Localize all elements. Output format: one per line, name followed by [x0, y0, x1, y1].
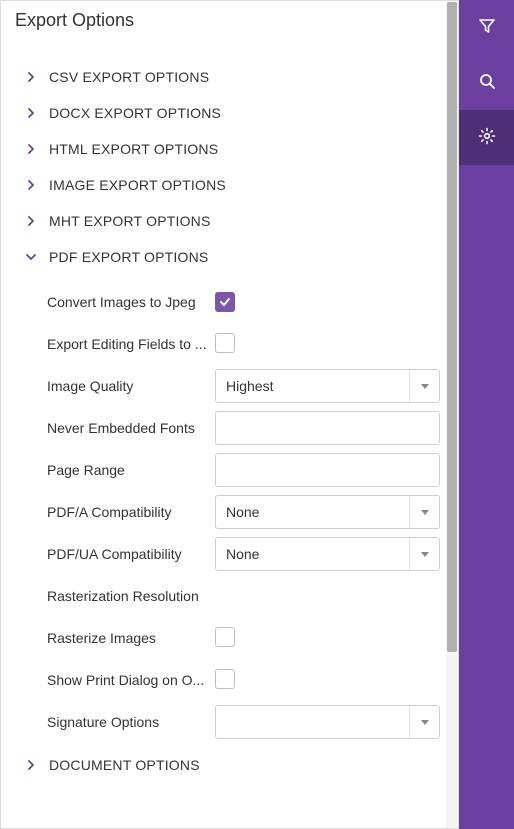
signature-options-select[interactable] [215, 705, 440, 739]
pdfa-compatibility-select[interactable]: None [215, 495, 440, 529]
option-label: PDF/UA Compatibility [47, 546, 215, 562]
section-document-options[interactable]: Document Options [1, 747, 458, 783]
chevron-right-icon [23, 213, 39, 229]
option-label: Show Print Dialog on O... [47, 672, 215, 688]
section-label: Document Options [49, 757, 200, 773]
option-label: Rasterize Images [47, 630, 215, 646]
row-rasterization-resolution: Rasterization Resolution [1, 575, 458, 617]
section-docx-export[interactable]: DOCX Export Options [1, 95, 458, 131]
option-label: Page Range [47, 462, 215, 478]
pdfua-compatibility-select[interactable]: None [215, 537, 440, 571]
section-label: PDF Export Options [49, 249, 208, 265]
search-icon [478, 72, 496, 93]
section-pdf-export[interactable]: PDF Export Options [1, 239, 458, 275]
section-csv-export[interactable]: CSV Export Options [1, 59, 458, 95]
section-mht-export[interactable]: MHT Export Options [1, 203, 458, 239]
section-label: Image Export Options [49, 177, 226, 193]
chevron-right-icon [23, 141, 39, 157]
settings-button[interactable] [459, 110, 514, 165]
scrollbar-thumb[interactable] [447, 2, 457, 652]
option-label: Signature Options [47, 714, 215, 730]
row-pdfa-compatibility: PDF/A Compatibility None [1, 491, 458, 533]
pdf-options: Convert Images to Jpeg Export Editing Fi… [1, 275, 458, 747]
filter-button[interactable] [459, 0, 514, 55]
row-pdfua-compatibility: PDF/UA Compatibility None [1, 533, 458, 575]
filter-icon [478, 17, 496, 38]
section-label: HTML Export Options [49, 141, 218, 157]
caret-down-icon [409, 370, 439, 402]
page-range-input[interactable] [215, 453, 440, 487]
chevron-right-icon [23, 105, 39, 121]
row-show-print-dialog: Show Print Dialog on O... [1, 659, 458, 701]
select-value: Highest [216, 370, 409, 402]
chevron-right-icon [23, 177, 39, 193]
export-options-panel: Export Options CSV Export Options DOCX E… [0, 0, 459, 829]
section-label: DOCX Export Options [49, 105, 221, 121]
row-image-quality: Image Quality Highest [1, 365, 458, 407]
show-print-dialog-checkbox[interactable] [215, 669, 235, 689]
select-value: None [216, 538, 409, 570]
caret-down-icon [409, 538, 439, 570]
scrollbar-track[interactable] [446, 1, 458, 828]
chevron-right-icon [23, 69, 39, 85]
option-label: Rasterization Resolution [47, 588, 215, 604]
option-label: Never Embedded Fonts [47, 420, 215, 436]
section-image-export[interactable]: Image Export Options [1, 167, 458, 203]
row-rasterize-images: Rasterize Images [1, 617, 458, 659]
section-label: MHT Export Options [49, 213, 211, 229]
image-quality-select[interactable]: Highest [215, 369, 440, 403]
export-editing-fields-checkbox[interactable] [215, 333, 235, 353]
caret-down-icon [409, 496, 439, 528]
gear-icon [478, 127, 496, 148]
option-label: Convert Images to Jpeg [47, 294, 215, 310]
rasterize-images-checkbox[interactable] [215, 627, 235, 647]
row-never-embedded-fonts: Never Embedded Fonts [1, 407, 458, 449]
convert-images-to-jpeg-checkbox[interactable] [215, 292, 235, 312]
caret-down-icon [409, 706, 439, 738]
option-label: Image Quality [47, 378, 215, 394]
panel-content: CSV Export Options DOCX Export Options H… [1, 39, 458, 783]
row-signature-options: Signature Options [1, 701, 458, 743]
chevron-down-icon [23, 249, 39, 265]
option-label: PDF/A Compatibility [47, 504, 215, 520]
section-html-export[interactable]: HTML Export Options [1, 131, 458, 167]
option-label: Export Editing Fields to ... [47, 336, 215, 352]
select-value: None [216, 496, 409, 528]
right-sidebar [459, 0, 514, 829]
section-label: CSV Export Options [49, 69, 209, 85]
search-button[interactable] [459, 55, 514, 110]
select-value [216, 706, 409, 738]
row-page-range: Page Range [1, 449, 458, 491]
row-convert-images-to-jpeg: Convert Images to Jpeg [1, 281, 458, 323]
panel-title: Export Options [1, 1, 458, 39]
row-export-editing-fields: Export Editing Fields to ... [1, 323, 458, 365]
never-embedded-fonts-input[interactable] [215, 411, 440, 445]
chevron-right-icon [23, 757, 39, 773]
